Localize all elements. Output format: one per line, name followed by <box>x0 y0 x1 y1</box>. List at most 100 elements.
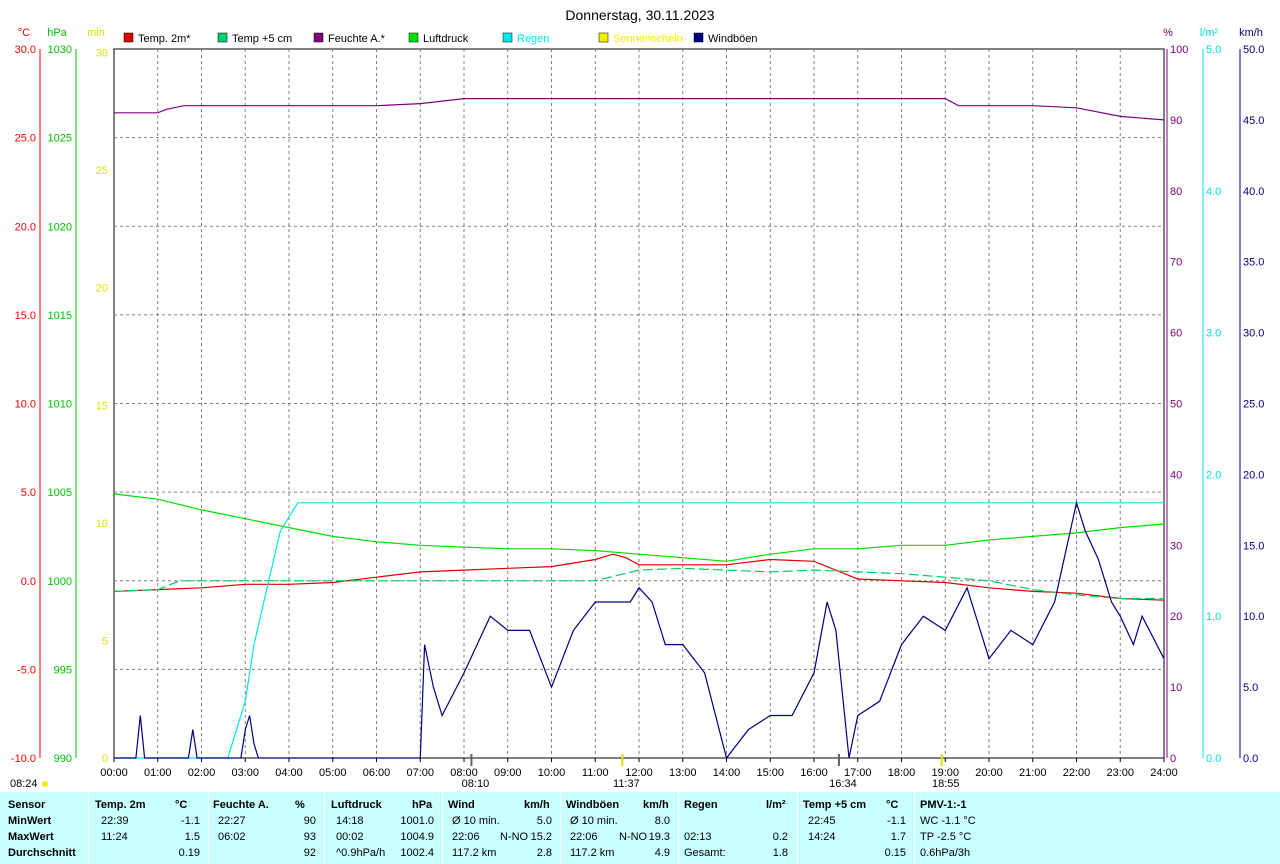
pressure-tick-label: 1010 <box>48 399 72 411</box>
stat-temp-time: 22:39 <box>101 815 129 827</box>
pressure-tick-label: 995 <box>54 664 72 676</box>
stat-gust-value: 4.9 <box>654 847 670 859</box>
marker-label: 16:34 <box>829 778 857 790</box>
stat-press-value: 1004.9 <box>400 831 434 843</box>
stat-rain-info: Gesamt: <box>684 847 726 859</box>
sun-tick-label: 15 <box>96 400 108 412</box>
x-tick-label: 20:00 <box>975 767 1003 779</box>
legend-swatch-3 <box>408 32 419 43</box>
stats-header-name: Temp. 2m <box>95 799 146 811</box>
x-axis: 00:00 01:00 02:00 03:00 04:00 05:00 06:00 07:00… <box>10 754 1178 790</box>
stat-gust-value: 8.0 <box>654 815 670 827</box>
stat-gust-value: 19.3 <box>648 831 670 843</box>
wind-tick-label: 15.0 <box>1243 540 1264 552</box>
legend-label-2: Feuchte A.* <box>328 33 386 45</box>
stat-hum-time: 22:27 <box>218 815 246 827</box>
temp-tick-label: 25.0 <box>15 133 36 145</box>
temp-tick-label: -10.0 <box>11 753 36 765</box>
temp-tick-label: 5.0 <box>21 487 36 499</box>
x-tick-label: 18:00 <box>888 767 916 779</box>
temp-tick-label: 15.0 <box>15 310 36 322</box>
stat-hum-value: 92 <box>303 847 316 859</box>
stat-pmv: WC -1.1 °C <box>920 815 976 827</box>
x-tick-label: 14:00 <box>713 767 741 779</box>
panel-separator <box>88 792 89 864</box>
temp-tick-label: 10.0 <box>15 399 36 411</box>
stats-panel: Sensor Temp. 2m °C Feuchte A.% Luftdruck hPa W… <box>0 792 1280 864</box>
x-tick-label: 21:00 <box>1019 767 1047 779</box>
stat-rain-info: 02:13 <box>684 831 712 843</box>
humidity-tick-label: 10 <box>1170 682 1182 694</box>
wind-tick-label: 10.0 <box>1243 611 1264 623</box>
stats-header-unit: km/h <box>524 799 550 811</box>
stats-header-sensor: Sensor <box>8 799 46 811</box>
rain-tick-label: 2.0 <box>1206 469 1221 481</box>
stats-header-unit: km/h <box>643 799 669 811</box>
panel-separator <box>560 792 561 864</box>
sun-tick-label: 20 <box>96 283 108 295</box>
stat-wind-value: 2.8 <box>536 847 552 859</box>
stat-wind-info: 22:06 <box>452 831 480 843</box>
chart-title: Donnerstag, 30.11.2023 <box>565 7 714 23</box>
stats-header-unit: °C <box>886 799 899 811</box>
marker-label: 11:37 <box>613 778 640 790</box>
stats-row-label: MinWert <box>8 815 52 827</box>
pressure-tick-label: 1020 <box>48 221 72 233</box>
stat-wind-value: 15.2 <box>530 831 552 843</box>
legend-swatch-5 <box>598 32 609 43</box>
panel-separator <box>442 792 443 864</box>
stat-temp-value: -1.1 <box>181 815 200 827</box>
humidity-tick-label: 90 <box>1170 115 1182 127</box>
axis-unit-label: hPa <box>47 27 67 39</box>
sun-tick-label: 5 <box>102 635 108 647</box>
x-tick-label: 01:00 <box>144 767 172 779</box>
stats-header-name: Luftdruck <box>331 799 382 811</box>
stat-temp-value: 1.5 <box>184 831 200 843</box>
stat-press-time: 00:02 <box>336 831 364 843</box>
wind-tick-label: 45.0 <box>1243 115 1264 127</box>
stats-header-name: Temp +5 cm <box>803 799 867 811</box>
x-tick-label: 02:00 <box>188 767 216 779</box>
stats-header-name: Regen <box>684 799 718 811</box>
stat-rain-value: 1.8 <box>772 847 788 859</box>
axis-unit-label: % <box>1163 27 1173 39</box>
temp-tick-label: 0.0 <box>21 576 36 588</box>
panel-separator <box>797 792 798 864</box>
stat-wind-info: Ø 10 min. <box>452 815 500 827</box>
stats-header-name: Wind <box>448 799 475 811</box>
axis-unit-label: min <box>87 27 105 39</box>
legend-swatch-4 <box>502 32 513 43</box>
stats-header-unit: l/m² <box>766 799 786 811</box>
wind-tick-label: 25.0 <box>1243 399 1264 411</box>
legend-label-3: Luftdruck <box>423 33 469 45</box>
wind-tick-label: 5.0 <box>1243 682 1258 694</box>
legend: Temp. 2m* Temp +5 cm Feuchte A.* Luftdruck R… <box>123 32 758 45</box>
panel-separator <box>914 792 915 864</box>
sun-tick-label: 10 <box>96 518 108 530</box>
stat-t5-value: 1.7 <box>890 831 906 843</box>
axis-unit-label: km/h <box>1239 27 1263 39</box>
wind-tick-label: 0.0 <box>1243 753 1258 765</box>
sun-tick-label: 0 <box>102 753 108 765</box>
stat-press-value: 1001.0 <box>400 815 434 827</box>
pressure-tick-label: 1005 <box>48 487 72 499</box>
humidity-tick-label: 20 <box>1170 611 1182 623</box>
rain-tick-label: 5.0 <box>1206 44 1221 56</box>
pressure-tick-label: 1000 <box>48 576 72 588</box>
x-tick-label: 10:00 <box>538 767 566 779</box>
humidity-tick-label: 50 <box>1170 399 1182 411</box>
rain-tick-label: 3.0 <box>1206 328 1221 340</box>
stat-pmv: TP -2.5 °C <box>920 831 972 843</box>
x-tick-label: 13:00 <box>669 767 697 779</box>
stats-header-name: PMV-1:-1 <box>920 799 967 811</box>
stat-wind-info: 117.2 km <box>452 847 497 859</box>
x-tick-label: 06:00 <box>363 767 391 779</box>
stat-hum-value: 93 <box>303 831 316 843</box>
stats-header-unit: hPa <box>412 799 433 811</box>
series-line-2 <box>113 493 1165 562</box>
stats-header-unit: °C <box>175 799 188 811</box>
stats-header-unit: % <box>295 799 305 811</box>
humidity-tick-label: 70 <box>1170 257 1182 269</box>
plot-grid <box>39 48 1241 759</box>
axis-unit-label: °C <box>18 27 30 39</box>
